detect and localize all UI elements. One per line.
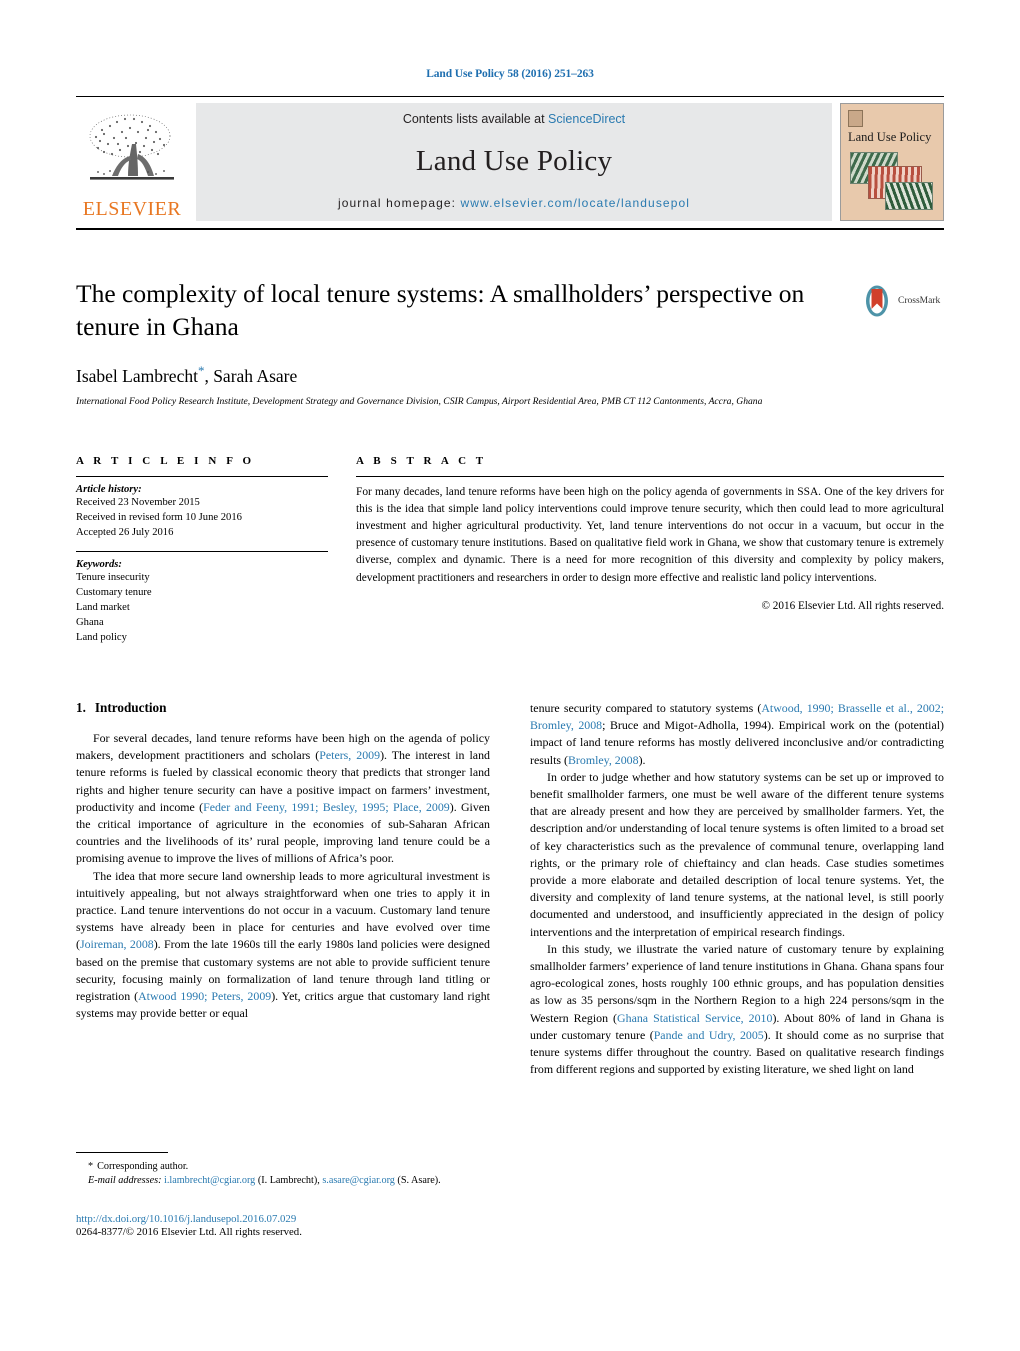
- email-name-2: (S. Asare).: [397, 1175, 441, 1187]
- cover-image-3: [885, 182, 933, 210]
- running-head: Land Use Policy 58 (2016) 251–263: [426, 68, 594, 80]
- citation-link[interactable]: Pande and Udry, 2005: [654, 1028, 764, 1042]
- homepage-prefix: journal homepage:: [337, 196, 461, 210]
- body-column-gap: [490, 700, 530, 1078]
- journal-cover-thumbnail[interactable]: Land Use Policy: [840, 103, 944, 221]
- elsevier-logo: ELSEVIER: [76, 103, 188, 221]
- corresponding-author-note: * Corresponding author.: [76, 1160, 490, 1174]
- left-paragraphs: For several decades, land tenure reforms…: [76, 730, 490, 1022]
- section-title: Introduction: [94, 700, 167, 715]
- body-columns: 1. Introduction For several decades, land…: [76, 700, 944, 1078]
- contents-line: Contents lists available at ScienceDirec…: [403, 112, 625, 126]
- email-label: E-mail addresses:: [88, 1175, 162, 1187]
- right-paragraphs: tenure security compared to statutory sy…: [530, 700, 944, 1078]
- keywords-label: Keywords:: [76, 559, 122, 571]
- keyword-item: Customary tenure: [76, 587, 152, 599]
- copyright-line: © 2016 Elsevier Ltd. All rights reserved…: [761, 599, 945, 612]
- abstract-heading: A B S T R A C T: [356, 455, 487, 467]
- email-link-1[interactable]: i.lambrecht@cgiar.org: [164, 1175, 255, 1186]
- abstract-column: A B S T R A C T For many decades, land t…: [356, 455, 944, 645]
- article-history-1: Received 23 November 2015: [76, 497, 200, 508]
- body-text: ).: [638, 752, 646, 767]
- elsevier-wordmark: ELSEVIER: [82, 198, 182, 220]
- section-heading-introduction: 1. Introduction: [76, 700, 490, 716]
- page-title: The complexity of local tenure systems: …: [76, 279, 805, 341]
- article-history-3: Accepted 26 July 2016: [76, 527, 174, 539]
- homepage-line: journal homepage: www.elsevier.com/locat…: [338, 196, 690, 210]
- author-affiliation: International Food Policy Research Insti…: [76, 396, 763, 408]
- title-block: The complexity of local tenure systems: …: [76, 278, 944, 409]
- body-paragraph: The idea that more secure land ownership…: [76, 868, 490, 1023]
- crossmark-badge[interactable]: CrossMark: [860, 284, 944, 318]
- body-paragraph: tenure security compared to statutory sy…: [530, 700, 944, 769]
- cover-elsevier-icon: [848, 110, 863, 127]
- abstract-rule: [356, 476, 944, 477]
- body-paragraph: For several decades, land tenure reforms…: [76, 730, 490, 868]
- article-page: Land Use Policy 58 (2016) 251–263 ELSEVI…: [0, 0, 1020, 1351]
- corresponding-author-text: Corresponding author.: [97, 1161, 189, 1172]
- citation-link[interactable]: Peters, 2009: [319, 748, 380, 762]
- author-list: Isabel Lambrecht*, Sarah Asare: [76, 363, 944, 387]
- masthead-bottom-rule: [76, 228, 944, 230]
- author-secondary: , Sarah Asare: [204, 366, 298, 387]
- section-number: 1.: [76, 700, 86, 715]
- body-right-column: tenure security compared to statutory sy…: [530, 700, 944, 1078]
- journal-band: Contents lists available at ScienceDirec…: [196, 103, 832, 221]
- elsevier-tree-icon: [89, 114, 174, 180]
- article-info-heading: A R T I C L E I N F O: [76, 455, 255, 467]
- citation-link[interactable]: Ghana Statistical Service, 2010: [617, 1011, 772, 1025]
- footnote-block: * Corresponding author. E-mail addresses:…: [76, 1152, 490, 1189]
- article-history-2: Received in revised form 10 June 2016: [76, 512, 242, 524]
- keyword-item: Tenure insecurity: [76, 572, 150, 584]
- email-addresses-note: E-mail addresses: i.lambrecht@cgiar.org …: [76, 1174, 490, 1188]
- keyword-item: Land market: [76, 602, 130, 614]
- keyword-item: Ghana: [76, 617, 104, 629]
- info-abstract-region: A R T I C L E I N F O Article history: R…: [76, 455, 944, 645]
- keywords-rule: [76, 551, 328, 553]
- column-gap: [328, 455, 356, 645]
- doi-block: http://dx.doi.org/10.1016/j.landusepol.2…: [76, 1213, 546, 1238]
- article-info-rule: [76, 476, 328, 477]
- body-paragraph: In order to judge whether and how statut…: [530, 769, 944, 941]
- masthead-top-rule: [76, 96, 944, 97]
- crossmark-icon: [866, 285, 888, 317]
- article-history-label: Article history:: [76, 484, 142, 495]
- email-link-2[interactable]: s.asare@cgiar.org: [322, 1175, 395, 1186]
- cover-title: Land Use Policy: [848, 130, 932, 144]
- body-paragraph: In this study, we illustrate the varied …: [530, 941, 944, 1079]
- article-info-column: A R T I C L E I N F O Article history: R…: [76, 455, 328, 645]
- footnote-star: *: [88, 1161, 94, 1172]
- sciencedirect-link[interactable]: ScienceDirect: [548, 112, 625, 126]
- citation-link[interactable]: Feder and Feeny, 1991; Besley, 1995; Pla…: [203, 800, 450, 814]
- body-left-column: 1. Introduction For several decades, land…: [76, 700, 490, 1078]
- author-primary: Isabel Lambrecht: [76, 366, 198, 387]
- footnote-rule: [76, 1152, 168, 1153]
- abstract-text: For many decades, land tenure reforms ha…: [356, 486, 944, 584]
- email-name-1: (I. Lambrecht),: [257, 1175, 320, 1187]
- citation-link[interactable]: Bromley, 2008: [568, 753, 639, 767]
- body-text: In order to judge whether and how statut…: [530, 769, 944, 939]
- journal-masthead: ELSEVIER Contents lists available at Sci…: [76, 96, 944, 230]
- crossmark-label: CrossMark: [898, 296, 941, 306]
- body-text: tenure security compared to statutory sy…: [530, 701, 762, 715]
- citation-link[interactable]: Atwood 1990; Peters, 2009: [138, 989, 271, 1003]
- issn-copyright-line: 0264-8377/© 2016 Elsevier Ltd. All right…: [76, 1226, 302, 1238]
- journal-title: Land Use Policy: [415, 144, 613, 177]
- homepage-link[interactable]: www.elsevier.com/locate/landusepol: [461, 196, 691, 210]
- keyword-item: Land policy: [76, 632, 127, 644]
- contents-prefix: Contents lists available at: [402, 112, 549, 126]
- doi-link[interactable]: http://dx.doi.org/10.1016/j.landusepol.2…: [76, 1213, 546, 1225]
- citation-link[interactable]: Joireman, 2008: [80, 937, 154, 951]
- author-names: Isabel Lambrecht*, Sarah Asare: [76, 363, 298, 387]
